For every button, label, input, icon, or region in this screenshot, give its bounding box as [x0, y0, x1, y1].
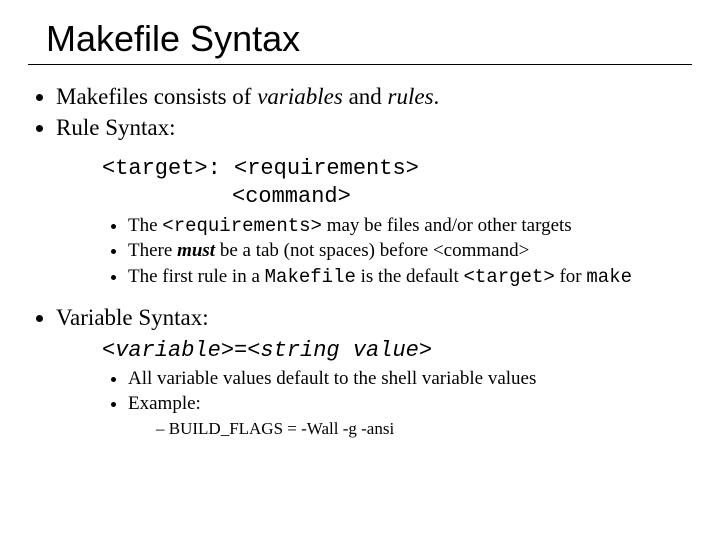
rs3-post: for [555, 266, 587, 287]
title-wrap: Makefile Syntax [46, 18, 692, 62]
rule-syntax-code: <target>: <requirements> <command> [102, 155, 692, 212]
example-line: BUILD_FLAGS = -Wall -g -ansi [156, 418, 692, 440]
rs1-post: may be files and/or other targets [322, 215, 572, 236]
variable-syntax-code: <variable>=<string value> [102, 335, 692, 366]
var-sub-2: Example: BUILD_FLAGS = -Wall -g -ansi [128, 392, 692, 441]
title-rule [28, 64, 692, 65]
b1-variables: variables [257, 84, 343, 109]
rs3-make: make [586, 266, 632, 288]
rs3-code: <target> [464, 266, 555, 288]
rs2-must: must [177, 240, 215, 261]
bullet-2: Rule Syntax: [56, 114, 692, 143]
b1-rules: rules [388, 84, 434, 109]
rs3-pre: The first rule in a [128, 266, 265, 287]
rule-sub-2: There must be a tab (not spaces) before … [128, 239, 692, 264]
example-list: BUILD_FLAGS = -Wall -g -ansi [156, 418, 692, 440]
page-title: Makefile Syntax [46, 18, 692, 62]
rule-code-line1: <target>: <requirements> [102, 155, 692, 184]
rs2-pre: There [128, 240, 177, 261]
slide: Makefile Syntax Makefiles consists of va… [0, 0, 720, 540]
bullet-1: Makefiles consists of variables and rule… [56, 83, 692, 112]
b1-pre: Makefiles consists of [56, 84, 257, 109]
vs2-label: Example: [128, 393, 201, 414]
rule-code-line2: <command> [232, 183, 692, 212]
rs3-mid: is the default [356, 266, 464, 287]
bullet-list-1: Makefiles consists of variables and rule… [56, 83, 692, 143]
rs3-mk: Makefile [265, 266, 356, 288]
b1-mid: and [343, 84, 388, 109]
var-subbullets: All variable values default to the shell… [128, 367, 692, 440]
var-code-line: <variable>=<string value> [102, 338, 432, 363]
var-sub-1: All variable values default to the shell… [128, 367, 692, 392]
rs1-code: <requirements> [162, 215, 322, 237]
rule-sub-3: The first rule in a Makefile is the defa… [128, 265, 692, 290]
b1-post: . [434, 84, 440, 109]
bullet-list-2: Variable Syntax: [56, 304, 692, 333]
rs2-post: be a tab (not spaces) before <command> [215, 240, 529, 261]
rule-sub-1: The <requirements> may be files and/or o… [128, 214, 692, 239]
rule-subbullets: The <requirements> may be files and/or o… [128, 214, 692, 290]
rs1-pre: The [128, 215, 162, 236]
bullet-3: Variable Syntax: [56, 304, 692, 333]
